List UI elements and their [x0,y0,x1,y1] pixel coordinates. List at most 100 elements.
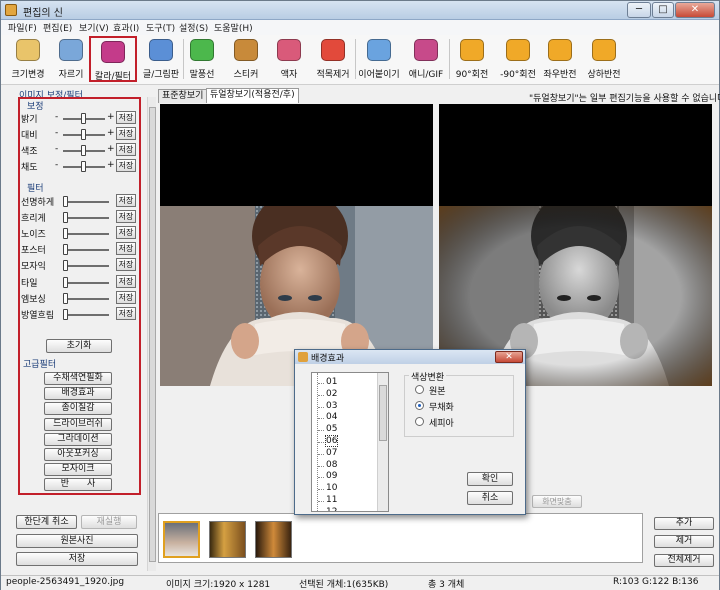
slider-track[interactable] [65,233,109,236]
menu-tools[interactable]: 도구(T) [146,21,175,34]
save-button[interactable]: 저장 [116,111,136,124]
maximize-button[interactable]: □ [652,2,674,18]
tool-sticker-button[interactable]: 스티커 [227,36,265,82]
tool-gif-button[interactable]: 애니/GIF [405,36,447,82]
tool-frame-button[interactable]: 액자 [271,36,307,82]
tool-rotate-cw-button[interactable]: 90°회전 [452,36,492,82]
slider-knob[interactable] [63,292,68,304]
original-photo-button[interactable]: 원본사진 [16,534,138,548]
slider-track[interactable] [65,265,109,268]
dialog-close-button[interactable]: ✕ [495,351,523,363]
slider-knob[interactable] [63,244,68,256]
slider-knob[interactable] [63,308,68,320]
tool-flip-horizontal-button[interactable]: 좌우반전 [541,36,579,82]
advanced-filter-button[interactable]: 종이질감 [44,402,112,416]
tool-crop-button[interactable]: 자르기 [55,36,87,82]
save-button[interactable]: 저장 [116,290,136,304]
tool-resize-button[interactable]: 크기변경 [6,36,50,82]
thumbnail-3[interactable] [255,521,292,558]
menu-effects[interactable]: 효과(I) [113,21,139,34]
menu-settings[interactable]: 설정(S) [179,21,208,34]
save-button[interactable]: 저장 [116,258,136,272]
advanced-filter-button[interactable]: 모자이크 [44,463,112,477]
slider-knob[interactable] [63,276,68,288]
effect-list-item[interactable]: 08 [326,460,337,470]
advanced-filter-button[interactable]: 드라이브러쉬 [44,417,112,431]
save-button[interactable]: 저장 [116,159,136,172]
tab-standard-view[interactable]: 표준창보기 [158,89,208,103]
undo-button[interactable]: 한단계 취소 [16,515,77,529]
slider-track[interactable] [65,201,109,203]
save-button[interactable]: 저장 [116,306,136,320]
effect-list-item[interactable]: 03 [326,401,337,411]
save-button[interactable]: 저장 [16,552,138,566]
slider-track[interactable] [65,249,109,252]
menu-file[interactable]: 파일(F) [8,21,37,34]
ok-button[interactable]: 확인 [467,472,513,486]
tool-red-eye-button[interactable]: 적목제거 [313,36,353,82]
scroll-thumb[interactable] [149,107,156,562]
effect-list-item[interactable]: 06 [324,435,339,447]
slider-knob[interactable] [81,145,86,156]
add-button[interactable]: 추가 [654,517,714,530]
fit-screen-button[interactable]: 화면맞춤 [532,495,582,508]
menu-help[interactable]: 도움말(H) [214,21,253,34]
tool-text-draw-button[interactable]: 글/그림판 [141,36,181,82]
effect-list-item[interactable]: 09 [326,471,337,481]
radio-option[interactable] [415,385,424,394]
slider-track[interactable] [65,217,109,220]
remove-all-button[interactable]: 전체제거 [654,554,714,567]
tool-color-filter-button[interactable]: 칼라/필터 [89,36,137,82]
left-panel-scrollbar[interactable] [147,97,156,571]
cancel-button[interactable]: 취소 [467,491,513,505]
minimize-button[interactable]: ─ [627,2,651,18]
advanced-filter-button[interactable]: 배경효과 [44,387,112,401]
save-button[interactable]: 저장 [116,226,136,240]
effect-list-item[interactable]: 10 [326,483,337,493]
effect-list-item[interactable]: 04 [326,412,337,422]
redo-button[interactable]: 재실행 [81,515,137,529]
advanced-filter-button[interactable]: 수채색연필화 [44,372,112,385]
close-button[interactable]: ✕ [675,2,715,18]
advanced-filter-button[interactable]: 아웃포커싱 [44,448,112,461]
reset-button[interactable]: 초기화 [46,339,112,353]
save-button[interactable]: 저장 [116,274,136,288]
slider-knob[interactable] [63,196,68,207]
save-button[interactable]: 저장 [116,210,136,224]
effect-list-item[interactable]: 12 [326,507,337,511]
thumbnail-2[interactable] [209,521,246,558]
slider-knob[interactable] [81,129,86,140]
save-button[interactable]: 저장 [116,143,136,156]
slider-knob[interactable] [81,161,86,172]
effect-list-scrollbar[interactable] [377,373,388,511]
advanced-filter-button[interactable]: 반 사 [44,478,112,492]
slider-knob[interactable] [63,212,68,224]
slider-track[interactable] [65,281,109,284]
save-button[interactable]: 저장 [116,127,136,140]
menu-view[interactable]: 보기(V) [79,21,109,34]
effect-list-scroll-thumb[interactable] [379,385,387,441]
tool-rotate-ccw-button[interactable]: -90°회전 [498,36,538,82]
slider-knob[interactable] [81,113,86,124]
save-button[interactable]: 저장 [116,242,136,256]
slider-track[interactable] [65,297,109,300]
remove-button[interactable]: 제거 [654,535,714,548]
effect-list-item[interactable]: 07 [326,448,337,458]
save-button[interactable]: 저장 [116,194,136,207]
radio-option[interactable] [415,417,424,426]
effect-list[interactable]: 01 02 03 04 05 06 07 08 09 10 11 12 [311,372,389,512]
before-image-viewer[interactable] [160,104,433,386]
after-image-viewer[interactable] [439,104,712,386]
effect-list-item[interactable]: 01 [326,377,337,387]
tab-dual-view[interactable]: 듀얼창보기(적용전/후) [206,88,299,103]
thumbnail-strip[interactable] [158,513,643,563]
tool-flip-vertical-button[interactable]: 상하반전 [584,36,624,82]
tool-merge-button[interactable]: 이어붙이기 [357,36,401,82]
menu-edit[interactable]: 편집(E) [43,21,72,34]
tool-speech-bubble-button[interactable]: 말풍선 [184,36,220,82]
effect-list-item[interactable]: 11 [326,495,337,505]
effect-list-item[interactable]: 02 [326,389,337,399]
advanced-filter-button[interactable]: 그라데이션 [44,432,112,446]
slider-track[interactable] [65,313,109,316]
slider-knob[interactable] [63,228,68,240]
